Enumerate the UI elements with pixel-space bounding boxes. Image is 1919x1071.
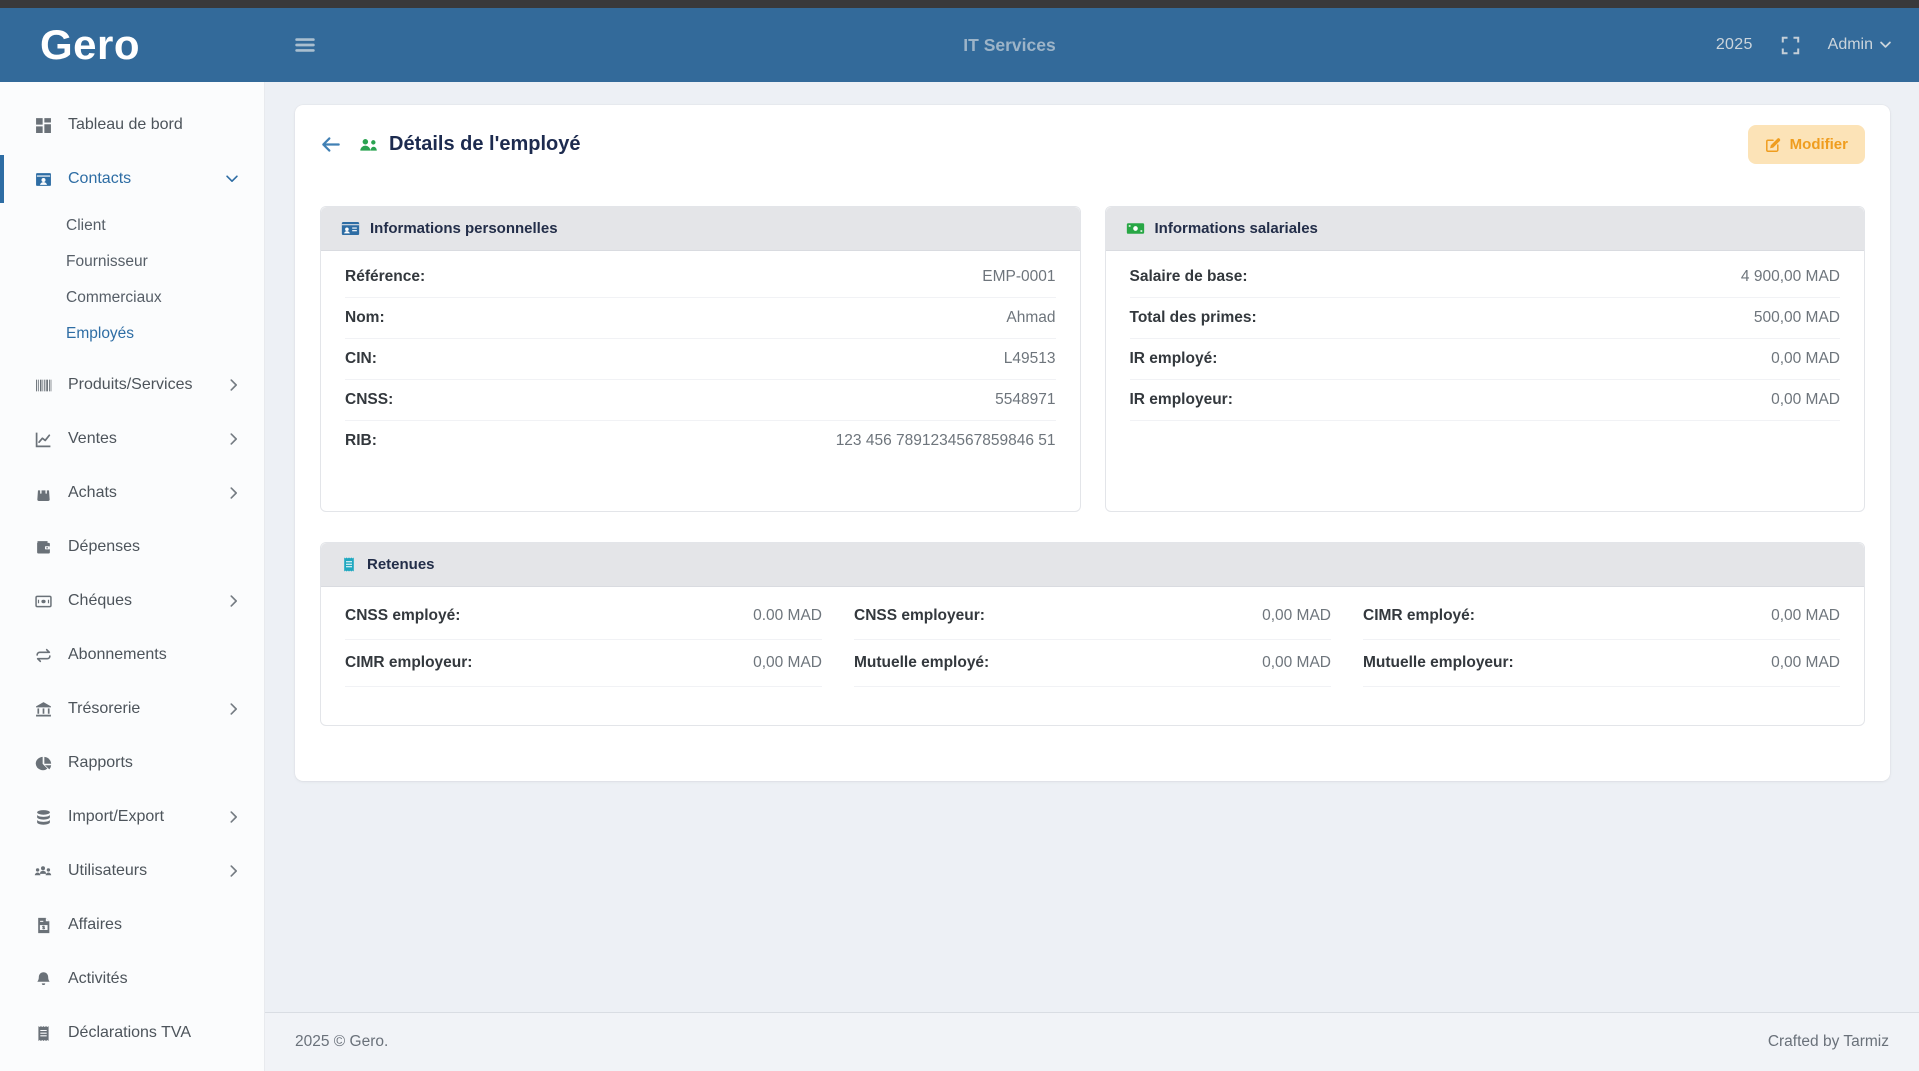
deduction-cnss-employeur: CNSS employeur: 0,00 MAD xyxy=(854,593,1331,640)
info-row-ir-employeur: IR employeur: 0,00 MAD xyxy=(1130,380,1841,421)
sidebar-item-tableau-de-bord[interactable]: Tableau de bord xyxy=(0,98,264,152)
sidebar-subitem-commerciaux[interactable]: Commerciaux xyxy=(0,280,264,316)
info-row-cnss: CNSS: 5548971 xyxy=(345,380,1056,421)
active-indicator-bar xyxy=(0,155,4,203)
card-title: Informations salariales xyxy=(1155,220,1318,237)
info-row-nom: Nom: Ahmad xyxy=(345,298,1056,339)
deduction-mutuelle-employe: Mutuelle employé: 0,00 MAD xyxy=(854,640,1331,687)
sidebar-subitem-fournisseur[interactable]: Fournisseur xyxy=(0,244,264,280)
chevron-right-icon xyxy=(230,487,238,499)
money-check-icon xyxy=(33,593,53,610)
user-menu-label: Admin xyxy=(1828,36,1873,54)
app-title: IT Services xyxy=(963,35,1055,56)
sidebar-item-utilisateurs[interactable]: Utilisateurs xyxy=(0,844,264,898)
sidebar-item-abonnements[interactable]: Abonnements xyxy=(0,628,264,682)
shopping-bag-icon xyxy=(33,485,53,502)
sidebar-item-import-export[interactable]: Import/Export xyxy=(0,790,264,844)
footer-copyright: 2025 © Gero. xyxy=(295,1033,388,1051)
salary-info-card: Informations salariales Salaire de base:… xyxy=(1105,206,1866,512)
personal-info-card-header: Informations personnelles xyxy=(321,207,1080,251)
card-title: Informations personnelles xyxy=(370,220,558,237)
sidebar-item-ventes[interactable]: Ventes xyxy=(0,412,264,466)
info-row-cin: CIN: L49513 xyxy=(345,339,1056,380)
chevron-right-icon xyxy=(230,811,238,823)
content-area: Détails de l'employé Modifier Informatio… xyxy=(265,82,1919,1071)
deduction-mutuelle-employeur: Mutuelle employeur: 0,00 MAD xyxy=(1363,640,1840,687)
sidebar-item-activites[interactable]: Activités xyxy=(0,952,264,1006)
wallet-icon xyxy=(33,539,53,556)
deduction-cnss-employe: CNSS employé: 0.00 MAD xyxy=(345,593,822,640)
contacts-submenu: Client Fournisseur Commerciaux Employés xyxy=(0,206,264,358)
top-strip xyxy=(0,0,1919,8)
card-title: Retenues xyxy=(367,556,435,573)
chevron-right-icon xyxy=(230,379,238,391)
year-indicator: 2025 xyxy=(1716,36,1753,54)
grid-icon xyxy=(33,117,53,134)
user-menu[interactable]: Admin xyxy=(1828,36,1891,54)
sidebar-item-tresorerie[interactable]: Trésorerie xyxy=(0,682,264,736)
deductions-card-header: Retenues xyxy=(321,543,1864,587)
fullscreen-icon[interactable] xyxy=(1781,36,1800,55)
sidebar-subitem-client[interactable]: Client xyxy=(0,208,264,244)
hamburger-icon[interactable] xyxy=(293,35,317,55)
file-invoice-icon xyxy=(33,917,53,934)
page-header: Détails de l'employé Modifier xyxy=(295,105,1890,164)
info-row-reference: Référence: EMP-0001 xyxy=(345,257,1056,298)
edit-button-label: Modifier xyxy=(1790,136,1848,153)
navbar-right: 2025 Admin xyxy=(1716,36,1919,55)
page-title: Détails de l'employé xyxy=(389,133,581,156)
footer-credit: Crafted by Tarmiz xyxy=(1768,1033,1889,1051)
chevron-right-icon xyxy=(230,433,238,445)
caret-down-icon xyxy=(1880,41,1891,49)
sidebar-item-contacts[interactable]: Contacts xyxy=(0,152,264,206)
sidebar-item-rapports[interactable]: Rapports xyxy=(0,736,264,790)
sidebar-item-depenses[interactable]: Dépenses xyxy=(0,520,264,574)
sidebar-item-affaires[interactable]: Affaires xyxy=(0,898,264,952)
deductions-card: Retenues CNSS employé: 0.00 MAD CNSS emp… xyxy=(320,542,1865,726)
sidebar-item-cheques[interactable]: Chéques xyxy=(0,574,264,628)
chart-line-icon xyxy=(33,431,53,448)
receipt-icon xyxy=(341,556,357,573)
personal-info-card: Informations personnelles Référence: EMP… xyxy=(320,206,1081,512)
back-button[interactable] xyxy=(320,135,342,154)
chevron-right-icon xyxy=(230,703,238,715)
id-card-icon xyxy=(341,220,360,237)
bell-icon xyxy=(33,971,53,988)
salary-info-card-header: Informations salariales xyxy=(1106,207,1865,251)
arrow-left-icon xyxy=(320,135,342,154)
sidebar-subitem-employes[interactable]: Employés xyxy=(0,316,264,352)
edit-pencil-icon xyxy=(1765,137,1781,153)
money-bill-icon xyxy=(1126,220,1145,237)
pie-chart-icon xyxy=(33,755,53,772)
employee-detail-card: Détails de l'employé Modifier Informatio… xyxy=(295,105,1890,781)
sidebar: Tableau de bord Contacts Client Fourniss… xyxy=(0,82,265,1071)
database-icon xyxy=(33,809,53,826)
chevron-down-icon xyxy=(226,175,238,183)
edit-button[interactable]: Modifier xyxy=(1748,125,1865,164)
deduction-cimr-employeur: CIMR employeur: 0,00 MAD xyxy=(345,640,822,687)
chevron-right-icon xyxy=(230,865,238,877)
info-row-total-primes: Total des primes: 500,00 MAD xyxy=(1130,298,1841,339)
app-logo[interactable]: Gero xyxy=(0,24,265,66)
barcode-icon xyxy=(33,377,53,394)
sidebar-item-declarations-tva[interactable]: Déclarations TVA xyxy=(0,1006,264,1060)
sidebar-item-achats[interactable]: Achats xyxy=(0,466,264,520)
footer: 2025 © Gero. Crafted by Tarmiz xyxy=(265,1012,1919,1071)
navbar: Gero IT Services 2025 Admin xyxy=(0,8,1919,82)
repeat-icon xyxy=(33,647,53,664)
chevron-right-icon xyxy=(230,595,238,607)
id-card-icon xyxy=(33,171,53,188)
sidebar-item-produits-services[interactable]: Produits/Services xyxy=(0,358,264,412)
receipt-icon xyxy=(33,1025,53,1042)
users-icon xyxy=(33,863,53,880)
info-row-rib: RIB: 123 456 7891234567859846 51 xyxy=(345,421,1056,461)
info-row-ir-employe: IR employé: 0,00 MAD xyxy=(1130,339,1841,380)
bank-icon xyxy=(33,701,53,718)
deduction-cimr-employe: CIMR employé: 0,00 MAD xyxy=(1363,593,1840,640)
info-row-salaire-base: Salaire de base: 4 900,00 MAD xyxy=(1130,257,1841,298)
users-green-icon xyxy=(358,136,379,154)
